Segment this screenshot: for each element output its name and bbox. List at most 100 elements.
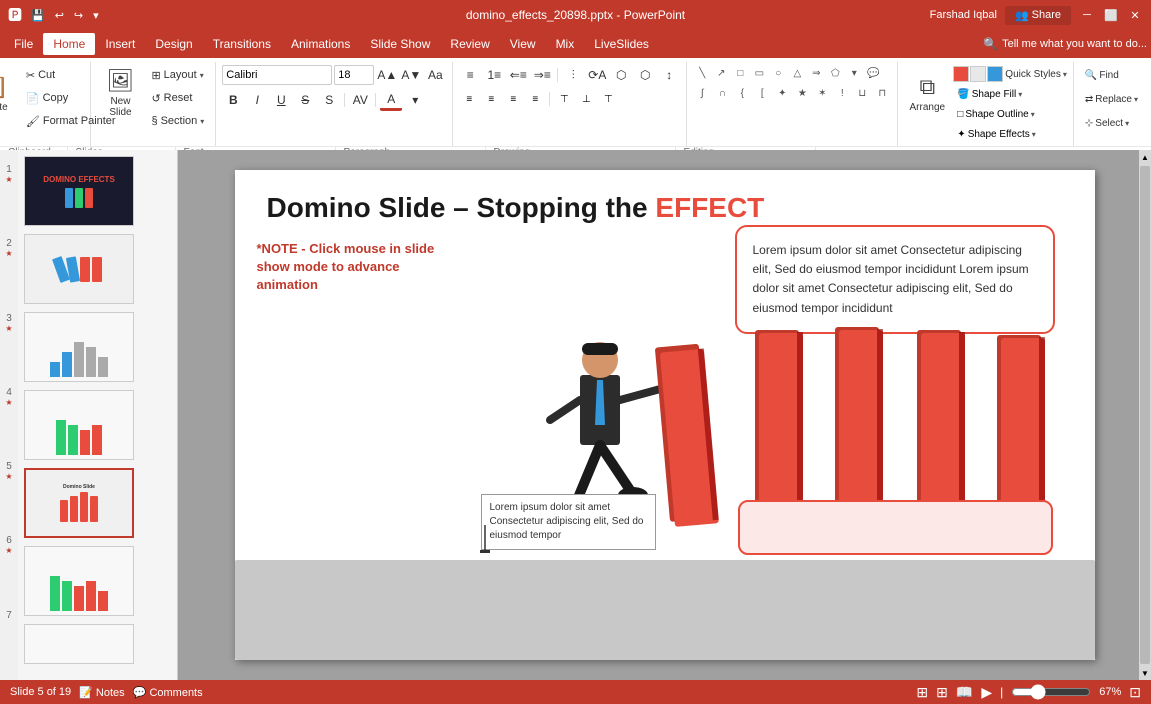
tab-design[interactable]: Design xyxy=(145,33,202,55)
style-swatch-2[interactable] xyxy=(970,66,986,82)
redo-button[interactable]: ↪ xyxy=(71,7,86,24)
close-button[interactable]: ✕ xyxy=(1127,7,1143,23)
convert-button[interactable]: ⬡ xyxy=(610,64,632,86)
decrease-indent-button[interactable]: ⇐≡ xyxy=(507,64,529,86)
underline-button[interactable]: U xyxy=(270,89,292,111)
clear-format-button[interactable]: Aa xyxy=(424,64,446,86)
scroll-thumb[interactable] xyxy=(1140,166,1150,664)
slide-sorter-button[interactable]: ⊞ xyxy=(936,684,948,701)
shape-round-rect[interactable]: ▭ xyxy=(750,64,768,82)
text-direction-button[interactable]: ⟳A xyxy=(586,64,608,86)
customize-button[interactable]: ▾ xyxy=(90,7,102,24)
shape-arrow[interactable]: ↗ xyxy=(712,64,730,82)
slide-thumb-2[interactable] xyxy=(22,232,173,306)
shape-line[interactable]: ╲ xyxy=(693,64,711,82)
shape-custom2[interactable]: ⊓ xyxy=(873,84,891,102)
slide-thumb-4[interactable] xyxy=(22,388,173,462)
font-face-input[interactable] xyxy=(222,65,332,85)
tab-view[interactable]: View xyxy=(500,33,546,55)
shape-bracket[interactable]: [ xyxy=(753,84,771,102)
shape-effects-button[interactable]: ✦ Shape Effects ▾ xyxy=(953,125,1067,144)
reset-button[interactable]: ↺ Reset xyxy=(146,87,209,109)
scroll-up-button[interactable]: ▲ xyxy=(1139,150,1151,164)
reading-view-button[interactable]: 📖 xyxy=(956,684,973,701)
tab-mix[interactable]: Mix xyxy=(546,33,585,55)
align-right-button[interactable]: ≡ xyxy=(503,89,523,109)
strikethrough-button[interactable]: S xyxy=(294,89,316,111)
tab-insert[interactable]: Insert xyxy=(95,33,145,55)
align-bottom-button[interactable]: ⊤ xyxy=(598,89,618,109)
bold-button[interactable]: B xyxy=(222,89,244,111)
shape-bang[interactable]: ! xyxy=(833,84,851,102)
shape-brace[interactable]: { xyxy=(733,84,751,102)
tab-review[interactable]: Review xyxy=(440,33,499,55)
align-top-button[interactable]: ⊤ xyxy=(554,89,574,109)
tab-liveslides[interactable]: LiveSlides xyxy=(584,33,659,55)
shape-curve[interactable]: ∫ xyxy=(693,84,711,102)
share-button[interactable]: 👥 Share xyxy=(1005,6,1071,25)
columns-button[interactable]: ⫶ xyxy=(562,64,584,86)
replace-button[interactable]: ⇄ Replace ▾ xyxy=(1080,88,1143,110)
save-button[interactable]: 💾 xyxy=(28,7,48,24)
normal-view-button[interactable]: ⊞ xyxy=(916,684,928,701)
align-middle-button[interactable]: ⊥ xyxy=(576,89,596,109)
scroll-down-button[interactable]: ▼ xyxy=(1139,666,1151,680)
slide-thumb-6[interactable] xyxy=(22,544,173,618)
font-highlight-button[interactable]: ▾ xyxy=(404,89,426,111)
smartart-button[interactable]: ⬡ xyxy=(634,64,656,86)
decrease-font-button[interactable]: A▼ xyxy=(400,64,422,86)
shape-pentagon[interactable]: ⬠ xyxy=(826,64,844,82)
arrange-button[interactable]: ⧉ Arrange xyxy=(904,64,950,122)
italic-button[interactable]: I xyxy=(246,89,268,111)
style-swatch-1[interactable] xyxy=(953,66,969,82)
shape-oval[interactable]: ○ xyxy=(769,64,787,82)
new-slide-button[interactable]: 🖼 NewSlide xyxy=(97,64,143,122)
increase-indent-button[interactable]: ⇒≡ xyxy=(531,64,553,86)
slideshow-view-button[interactable]: ▶ xyxy=(981,684,992,701)
align-center-button[interactable]: ≡ xyxy=(481,89,501,109)
shape-arc[interactable]: ∩ xyxy=(713,84,731,102)
font-size-input[interactable] xyxy=(334,65,374,85)
tab-home[interactable]: Home xyxy=(43,33,95,55)
font-color-button[interactable]: A xyxy=(380,89,402,111)
paste-button[interactable]: 📋 Paste xyxy=(0,64,18,122)
v-scrollbar[interactable]: ▲ ▼ xyxy=(1139,150,1151,680)
shape-custom1[interactable]: ⊔ xyxy=(853,84,871,102)
shape-star4[interactable]: ✦ xyxy=(773,84,791,102)
shape-star6[interactable]: ✶ xyxy=(813,84,831,102)
zoom-slider[interactable] xyxy=(1011,684,1091,700)
increase-font-button[interactable]: A▲ xyxy=(376,64,398,86)
minimize-button[interactable]: ─ xyxy=(1079,7,1095,23)
shape-fill-button[interactable]: 🪣 Shape Fill ▾ xyxy=(953,85,1067,104)
tab-file[interactable]: File xyxy=(4,33,43,55)
bullets-button[interactable]: ≡ xyxy=(459,64,481,86)
restore-button[interactable]: ⬜ xyxy=(1103,7,1119,23)
section-button[interactable]: § Section ▾ xyxy=(146,110,209,132)
quick-styles-arrow[interactable]: ▾ xyxy=(1063,70,1067,79)
shape-rect[interactable]: □ xyxy=(731,64,749,82)
shape-rtarrow[interactable]: ⇒ xyxy=(807,64,825,82)
slide-thumb-3[interactable] xyxy=(22,310,173,384)
align-left-button[interactable]: ≡ xyxy=(459,89,479,109)
slide-thumb-7[interactable] xyxy=(22,622,173,666)
layout-button[interactable]: ⊞ Layout ▾ xyxy=(146,64,209,86)
slide-thumb-1[interactable]: DOMINO EFFECTS xyxy=(22,154,173,228)
text-shadow-button[interactable]: S xyxy=(318,89,340,111)
shape-outline-button[interactable]: □ Shape Outline ▾ xyxy=(953,105,1067,124)
slide-thumb-5[interactable]: Domino Slide xyxy=(22,466,173,540)
shape-callout[interactable]: 💬 xyxy=(864,64,882,82)
character-spacing-button[interactable]: AV xyxy=(349,89,371,111)
line-spacing-button[interactable]: ↕ xyxy=(658,64,680,86)
undo-button[interactable]: ↩ xyxy=(52,7,67,24)
tab-slideshow[interactable]: Slide Show xyxy=(360,33,440,55)
fit-window-button[interactable]: ⊡ xyxy=(1129,684,1141,701)
shape-triangle[interactable]: △ xyxy=(788,64,806,82)
style-swatch-3[interactable] xyxy=(987,66,1003,82)
select-button[interactable]: ⊹ Select ▾ xyxy=(1080,112,1134,134)
numbering-button[interactable]: 1≡ xyxy=(483,64,505,86)
shape-more[interactable]: ▾ xyxy=(845,64,863,82)
shape-star5[interactable]: ★ xyxy=(793,84,811,102)
justify-button[interactable]: ≡ xyxy=(525,89,545,109)
find-button[interactable]: 🔍 Find xyxy=(1080,64,1124,86)
tab-animations[interactable]: Animations xyxy=(281,33,360,55)
